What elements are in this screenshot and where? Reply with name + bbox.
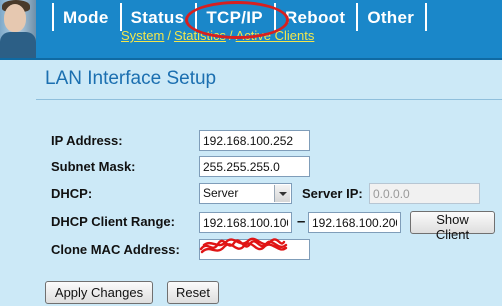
page-title: LAN Interface Setup (45, 68, 217, 89)
title-divider (36, 99, 502, 100)
redaction-scribble (199, 237, 288, 254)
server-ip-label: Server IP: (302, 186, 363, 201)
ip-address-input[interactable] (199, 130, 310, 151)
sub-navigation: System / Statistics / Active Clients (121, 28, 314, 43)
subnav-separator: / (228, 28, 233, 43)
tab-tcpip[interactable]: TCP/IP (195, 3, 274, 31)
tab-status[interactable]: Status (119, 3, 196, 31)
ip-address-label: IP Address: (51, 133, 123, 148)
dhcp-client-range-label: DHCP Client Range: (51, 214, 175, 229)
dhcp-select[interactable]: Server (199, 183, 292, 204)
subnet-mask-input[interactable] (199, 156, 310, 177)
server-ip-input (369, 183, 480, 204)
banner-photo (0, 0, 36, 58)
reset-button[interactable]: Reset (167, 281, 219, 304)
subnav-active-clients-link[interactable]: Active Clients (236, 28, 315, 43)
dropdown-arrow-icon[interactable] (274, 185, 290, 202)
tab-reboot[interactable]: Reboot (273, 3, 356, 31)
subnet-mask-label: Subnet Mask: (51, 159, 136, 174)
main-tabs: Mode Status TCP/IP Reboot Other (52, 3, 428, 31)
subnav-statistics-link[interactable]: Statistics (174, 28, 226, 43)
show-client-button[interactable]: Show Client (410, 211, 495, 242)
range-dash: – (297, 213, 306, 230)
clone-mac-label: Clone MAC Address: (51, 242, 180, 257)
subnav-separator: / (167, 28, 171, 43)
tab-mode[interactable]: Mode (52, 3, 120, 31)
header-banner: Mode Status TCP/IP Reboot Other System / S… (0, 0, 502, 60)
dhcp-label: DHCP: (51, 186, 93, 201)
dhcp-range-start-input[interactable] (199, 212, 292, 233)
dhcp-range-end-input[interactable] (308, 212, 401, 233)
tab-other[interactable]: Other (356, 3, 428, 31)
subnav-system-link[interactable]: System (121, 28, 164, 43)
apply-changes-button[interactable]: Apply Changes (45, 281, 153, 304)
dhcp-selected-value: Server (203, 186, 239, 200)
